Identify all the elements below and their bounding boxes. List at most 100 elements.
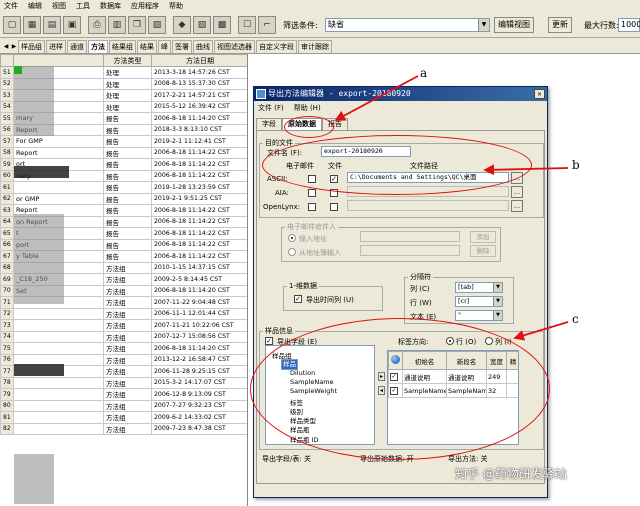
max-rows-label: 最大行数: bbox=[584, 21, 619, 30]
export-field-checkbox[interactable]: ✓ bbox=[265, 337, 273, 345]
table-row[interactable]: 82 方法组 2009-7-23 8:47:38 CST bbox=[0, 422, 247, 435]
chart-icon[interactable]: ▨ bbox=[193, 16, 211, 34]
openlynx-path-input[interactable] bbox=[347, 200, 509, 211]
method-name-cell bbox=[13, 330, 104, 343]
table-icon[interactable]: ▦ bbox=[23, 16, 41, 34]
openlynx-file-checkbox[interactable] bbox=[330, 203, 338, 211]
max-rows-input[interactable]: 1000 bbox=[618, 18, 640, 32]
method-type-cell: 报告 bbox=[103, 238, 152, 251]
tab-sample-sets[interactable]: 样品组 bbox=[18, 40, 45, 53]
tab-result-sets[interactable]: 结果组 bbox=[109, 40, 136, 53]
method-date-cell: 2006-8-18 11:14:22 CST bbox=[151, 169, 247, 182]
table-row[interactable]: 72 方法组 2006-11-1 12:01:44 CST bbox=[0, 307, 247, 320]
table-row[interactable]: 58 Report 报告 2006-8-18 11:14:22 CST bbox=[0, 146, 247, 159]
print-icon[interactable]: ⎙ bbox=[88, 16, 106, 34]
menu-edit[interactable]: 编辑 bbox=[28, 1, 42, 11]
annotation-label-a: a bbox=[420, 66, 428, 80]
table-row[interactable]: 57 For GMP 报告 2019-2-1 11:12:41 CST bbox=[0, 135, 247, 148]
checkbox-icon[interactable]: ☐ bbox=[238, 16, 256, 34]
new-icon[interactable]: ▢ bbox=[3, 16, 21, 34]
dialog-menu-file[interactable]: 文件 (F) bbox=[258, 103, 284, 113]
menu-application[interactable]: 应用程序 bbox=[131, 1, 159, 11]
aia-email-checkbox[interactable] bbox=[308, 189, 316, 197]
method-type-cell: 报告 bbox=[103, 158, 152, 171]
row-number: 52 bbox=[0, 77, 14, 90]
row-number: 62 bbox=[0, 192, 14, 205]
edit-view-button[interactable]: 编辑视图 bbox=[494, 17, 534, 33]
add-button[interactable]: 添加 bbox=[470, 231, 496, 243]
tab-peaks[interactable]: 峰 bbox=[158, 40, 171, 53]
method-type-cell: 方法组 bbox=[103, 284, 152, 297]
table-row[interactable]: 61 报告 2019-1-28 13:23:59 CST bbox=[0, 181, 247, 194]
save-icon[interactable]: ▣ bbox=[63, 16, 81, 34]
report-icon[interactable]: ▩ bbox=[213, 16, 231, 34]
input-address-radio[interactable] bbox=[288, 234, 296, 242]
paste-icon[interactable]: ▧ bbox=[148, 16, 166, 34]
tab-custom-fields[interactable]: 自定义字段 bbox=[256, 40, 297, 53]
dialog-title-bar[interactable]: 导出方法编辑器 - export-20180920 ✕ bbox=[254, 87, 547, 101]
tab-next-icon[interactable]: ▶ bbox=[10, 41, 18, 53]
method-type-cell: 方法组 bbox=[103, 376, 152, 389]
open-icon[interactable]: ▤ bbox=[43, 16, 61, 34]
text-separator-select[interactable]: " ▼ bbox=[455, 310, 503, 321]
filter-select[interactable]: 缺省 ▼ bbox=[325, 18, 490, 32]
table-row[interactable]: 80 方法组 2007-7-27 9:32:23 CST bbox=[0, 399, 247, 412]
email-address-input[interactable] bbox=[360, 231, 460, 242]
method-name-cell bbox=[13, 411, 104, 424]
table-row[interactable]: 78 方法组 2015-3-2 14:17:07 CST bbox=[0, 376, 247, 389]
tool-icon[interactable]: ◆ bbox=[173, 16, 191, 34]
table-row[interactable]: 73 方法组 2007-11-21 10:22:06 CST bbox=[0, 319, 247, 332]
tab-channels[interactable]: 通道 bbox=[67, 40, 87, 53]
method-date-column[interactable]: 方法日期 bbox=[151, 54, 247, 67]
row-number: 56 bbox=[0, 123, 14, 136]
menu-help[interactable]: 帮助 bbox=[169, 1, 183, 11]
method-type-cell: 方法组 bbox=[103, 399, 152, 412]
tab-signoffs[interactable]: 签署 bbox=[172, 40, 192, 53]
menu-file[interactable]: 文件 bbox=[4, 1, 18, 11]
tab-methods[interactable]: 方法 bbox=[88, 40, 108, 53]
method-type-cell: 方法组 bbox=[103, 330, 152, 343]
method-date-cell: 2007-11-21 10:22:06 CST bbox=[151, 319, 247, 332]
close-icon[interactable]: ✕ bbox=[534, 89, 545, 99]
openlynx-browse-button[interactable]: … bbox=[511, 200, 523, 212]
method-type-cell: 报告 bbox=[103, 135, 152, 148]
menu-tools[interactable]: 工具 bbox=[76, 1, 90, 11]
selected-row-marker-icon bbox=[14, 66, 22, 74]
col-separator-select[interactable]: [tab] ▼ bbox=[455, 282, 503, 293]
method-type-column[interactable]: 方法类型 bbox=[103, 54, 152, 67]
method-date-cell: 2006-8-18 11:14:20 CST bbox=[151, 112, 247, 125]
line-icon[interactable]: ⌐ bbox=[258, 16, 276, 34]
tab-audit-trail[interactable]: 审计跟踪 bbox=[298, 40, 332, 53]
filter-value: 缺省 bbox=[328, 20, 344, 29]
delete-button[interactable]: 删除 bbox=[470, 245, 496, 257]
openlynx-email-checkbox[interactable] bbox=[308, 203, 316, 211]
address-book-input[interactable] bbox=[360, 245, 460, 256]
menu-view[interactable]: 视图 bbox=[52, 1, 66, 11]
tab-view-filters[interactable]: 视图滤选器 bbox=[214, 40, 255, 53]
preview-icon[interactable]: ▥ bbox=[108, 16, 126, 34]
method-name-column[interactable] bbox=[13, 54, 104, 67]
table-row[interactable]: 74 方法组 2007-12-7 15:08:56 CST bbox=[0, 330, 247, 343]
refresh-button[interactable]: 更新 bbox=[548, 17, 572, 33]
export-time-col-checkbox[interactable]: ✓ bbox=[294, 295, 302, 303]
tab-injections[interactable]: 进样 bbox=[46, 40, 66, 53]
tab-curves[interactable]: 曲线 bbox=[193, 40, 213, 53]
annotation-label-c: c bbox=[572, 312, 579, 326]
table-row[interactable]: 79 方法组 2006-12-8 9:13:09 CST bbox=[0, 388, 247, 401]
menu-database[interactable]: 数据库 bbox=[100, 1, 121, 11]
row-separator-select[interactable]: [cr] ▼ bbox=[455, 296, 503, 307]
dialog-menu-help[interactable]: 帮助 (H) bbox=[294, 103, 321, 113]
tab-prev-icon[interactable]: ◀ bbox=[2, 41, 10, 53]
tab-results[interactable]: 结果 bbox=[137, 40, 157, 53]
copy-icon[interactable]: ❐ bbox=[128, 16, 146, 34]
tab-fields[interactable]: 字段 bbox=[256, 118, 282, 130]
table-row[interactable]: 75 方法组 2006-8-18 11:14:20 CST bbox=[0, 342, 247, 355]
address-book-radio[interactable] bbox=[288, 248, 296, 256]
row-number: 73 bbox=[0, 319, 14, 332]
table-row[interactable]: 62 or GMP 报告 2019-2-1 9:51:25 CST bbox=[0, 192, 247, 205]
aia-browse-button[interactable]: … bbox=[511, 186, 523, 198]
export-time-col-label: 导出时间列 (U) bbox=[306, 296, 354, 304]
row-number: 64 bbox=[0, 215, 14, 228]
table-row[interactable]: 81 方法组 2009-6-2 14:33:02 CST bbox=[0, 411, 247, 424]
method-date-cell: 2006-11-1 12:01:44 CST bbox=[151, 307, 247, 320]
